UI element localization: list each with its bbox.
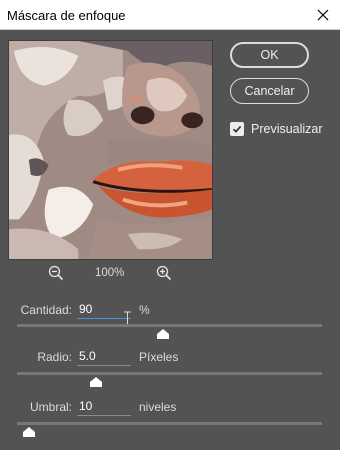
close-button[interactable] bbox=[312, 4, 334, 26]
radius-unit: Píxeles bbox=[139, 350, 179, 364]
threshold-input[interactable]: 10 bbox=[77, 398, 131, 416]
amount-label: Cantidad: bbox=[20, 303, 72, 317]
threshold-slider-track[interactable] bbox=[17, 422, 322, 425]
amount-slider-thumb[interactable] bbox=[157, 329, 170, 339]
dialog-title: Máscara de enfoque bbox=[7, 8, 126, 23]
cancel-button[interactable]: Cancelar bbox=[230, 78, 309, 104]
zoom-controls: 100% bbox=[48, 264, 178, 284]
close-icon bbox=[317, 9, 329, 21]
radius-slider-thumb[interactable] bbox=[90, 377, 103, 387]
amount-slider-track[interactable] bbox=[17, 324, 322, 327]
amount-unit: % bbox=[139, 303, 150, 317]
dialog-body: OK Cancelar Previsualizar 100% Cantidad:… bbox=[0, 30, 340, 450]
threshold-unit: niveles bbox=[139, 400, 177, 414]
radius-input[interactable]: 5.0 bbox=[77, 348, 131, 366]
radius-label: Radio: bbox=[37, 350, 72, 364]
zoom-out-icon[interactable] bbox=[48, 265, 64, 281]
preview-checkbox[interactable] bbox=[230, 122, 244, 136]
ok-button[interactable]: OK bbox=[230, 42, 309, 68]
threshold-slider-thumb[interactable] bbox=[23, 427, 36, 437]
preview-toggle[interactable]: Previsualizar bbox=[230, 122, 323, 136]
radius-slider-track[interactable] bbox=[17, 372, 322, 375]
zoom-in-icon[interactable] bbox=[156, 265, 172, 281]
threshold-label: Umbral: bbox=[29, 400, 72, 414]
zoom-level: 100% bbox=[95, 267, 125, 279]
title-bar: Máscara de enfoque bbox=[0, 0, 340, 30]
check-icon bbox=[232, 125, 242, 133]
preview-image[interactable] bbox=[8, 40, 213, 260]
face-preview-graphic bbox=[9, 41, 212, 259]
preview-label: Previsualizar bbox=[251, 122, 323, 136]
